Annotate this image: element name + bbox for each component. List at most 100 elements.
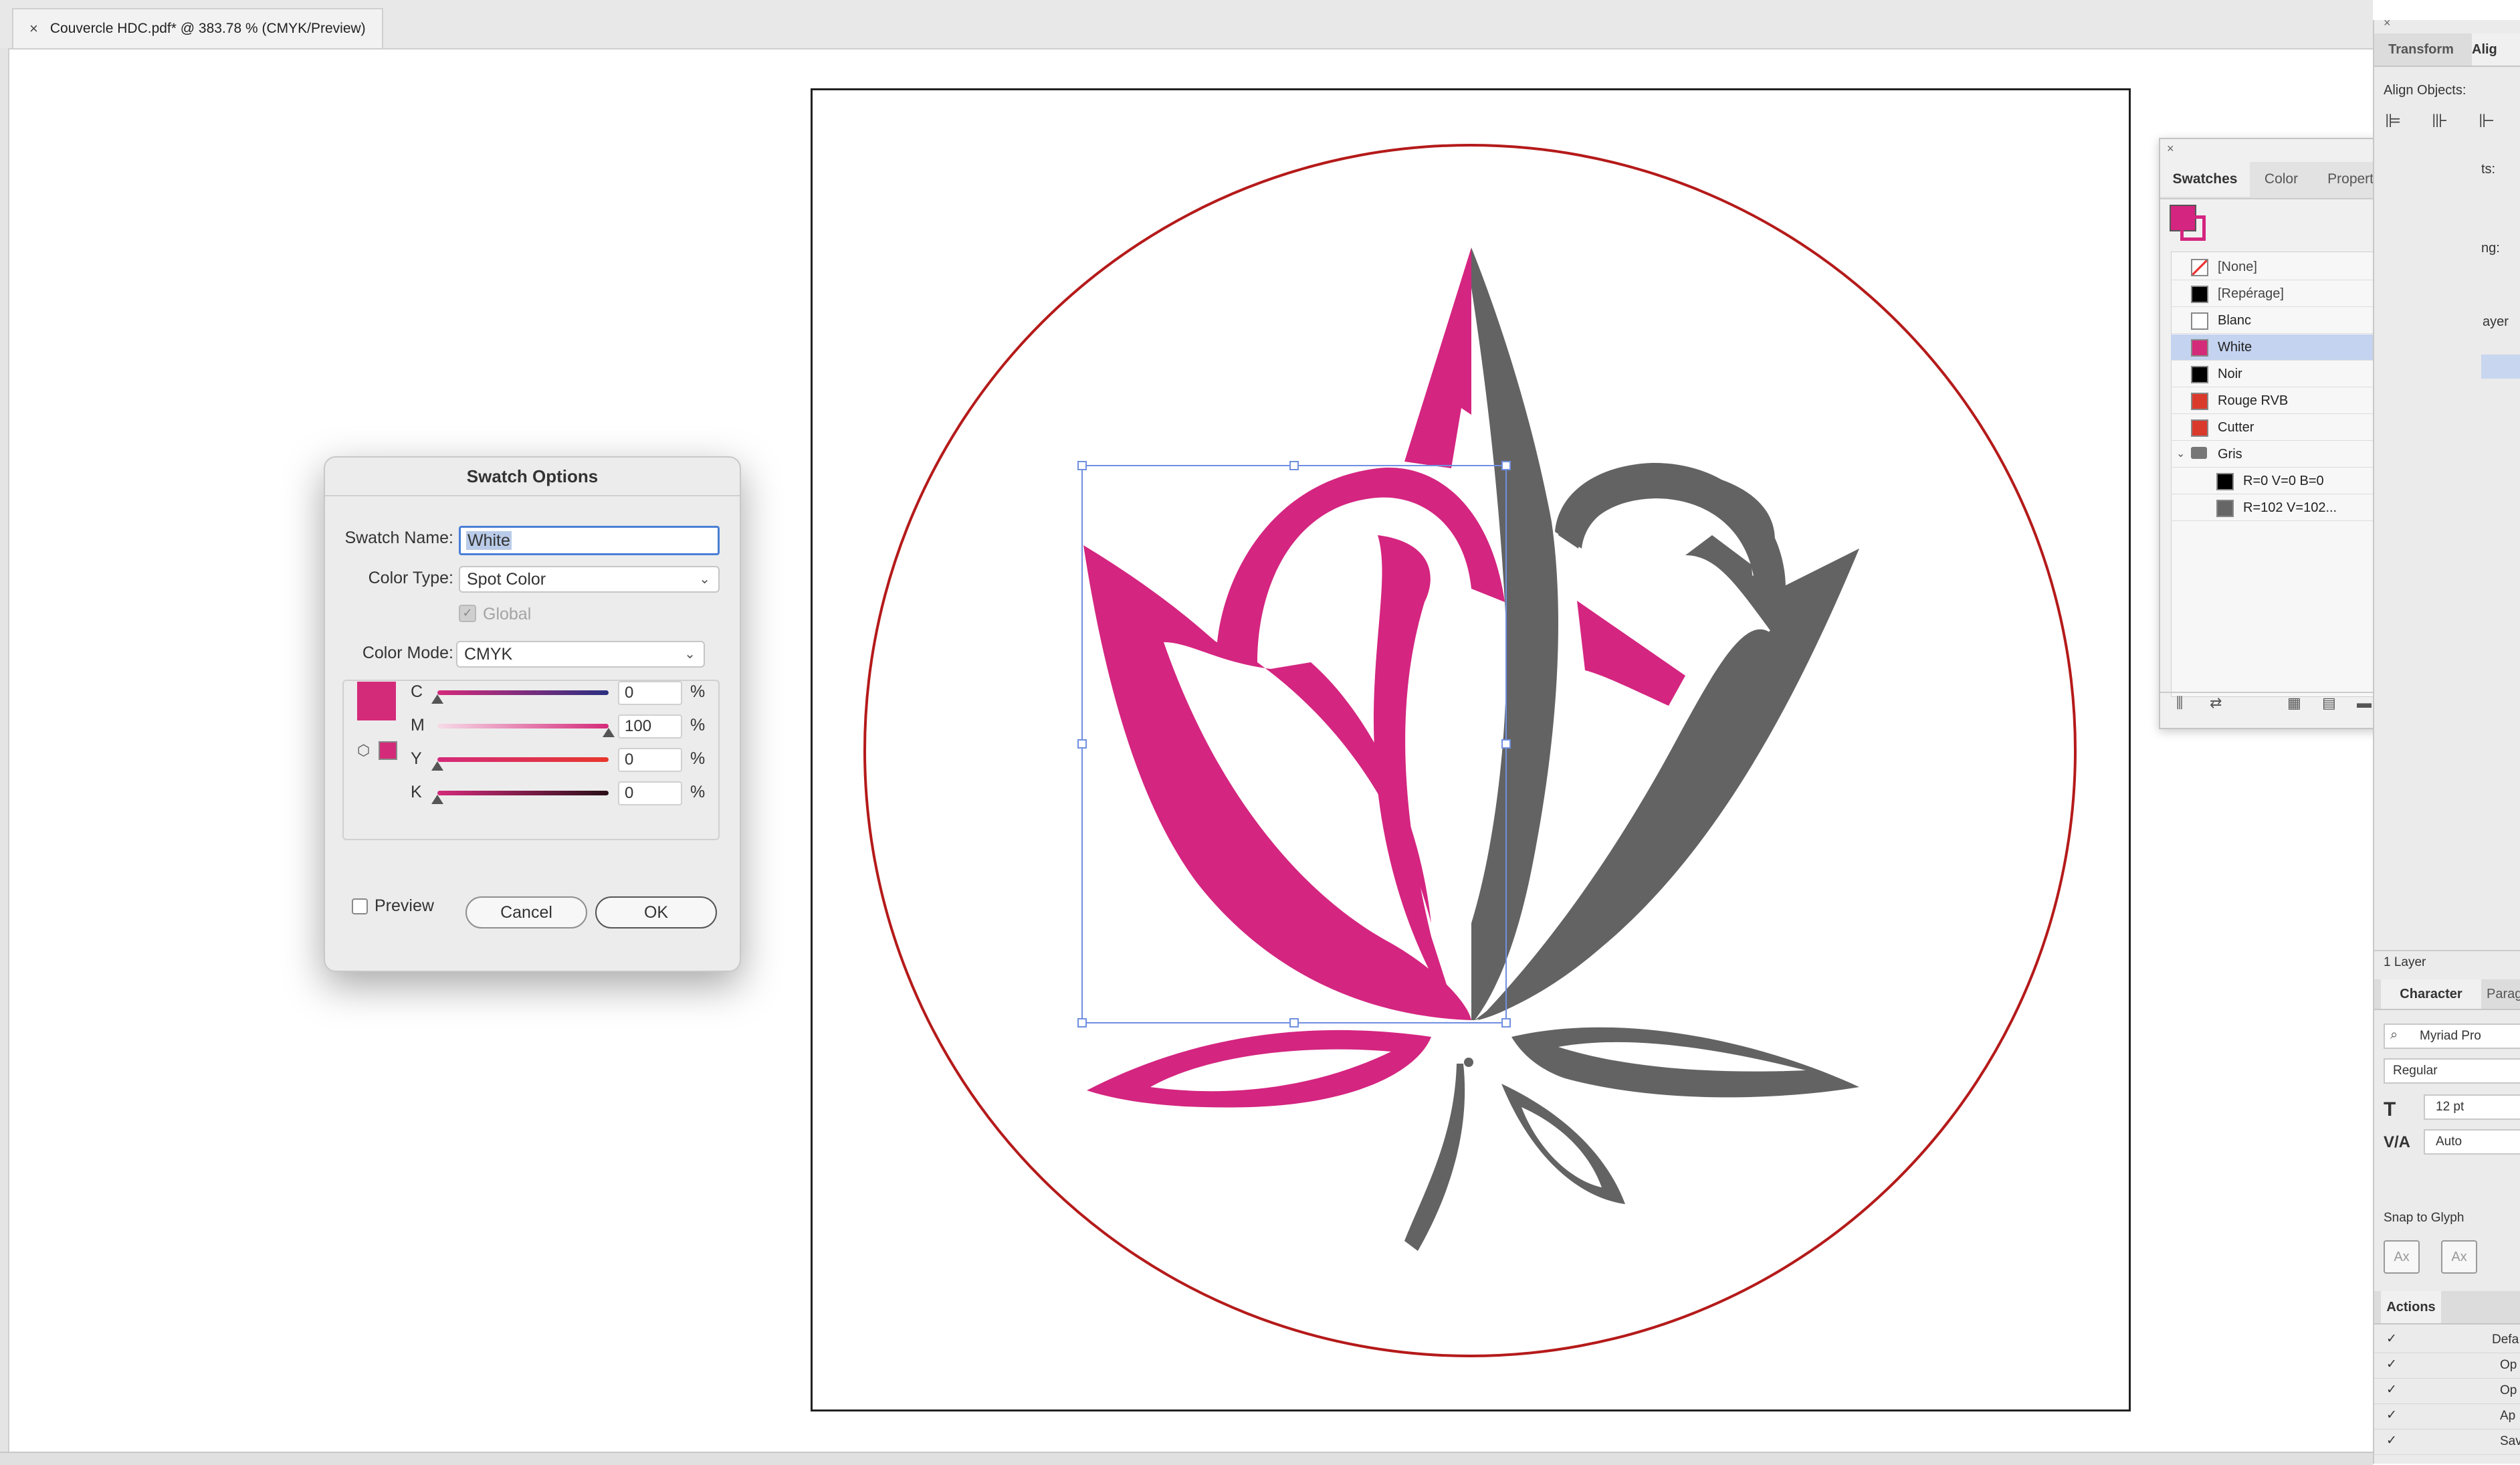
channel-value-c[interactable]: 0 <box>618 681 682 705</box>
slider-thumb[interactable] <box>431 761 443 771</box>
font-size-value: 12 pt <box>2436 1100 2464 1114</box>
snap-glyph-off-icon[interactable]: Ax <box>2441 1240 2477 1274</box>
swatch-chip <box>2191 259 2208 276</box>
check-icon[interactable]: ✓ <box>2386 1331 2397 1347</box>
channel-value-m[interactable]: 100 <box>618 714 682 739</box>
tab-transform[interactable]: Transform <box>2374 33 2468 66</box>
close-dock-icon[interactable]: × <box>2384 16 2391 30</box>
font-size-field[interactable]: 12 pt <box>2424 1094 2520 1120</box>
distribute-label: ts: <box>2481 162 2496 177</box>
swatch-chip <box>2191 339 2208 357</box>
check-icon[interactable]: ✓ <box>2386 1433 2397 1448</box>
chevron-down-icon: ⌄ <box>684 647 696 662</box>
action-label: Ap <box>2500 1409 2516 1423</box>
swatch-chip <box>2216 500 2234 517</box>
close-tab-icon[interactable]: × <box>29 20 38 37</box>
swatch-name: Cutter <box>2218 420 2254 435</box>
check-icon[interactable]: ✓ <box>2386 1407 2397 1423</box>
tab-paragraph[interactable]: Parag <box>2487 979 2520 1009</box>
cancel-button[interactable]: Cancel <box>465 896 587 929</box>
layers-label: ayer <box>2483 314 2509 329</box>
color-type-value: Spot Color <box>467 570 546 589</box>
stroke-swatch[interactable] <box>2180 215 2206 241</box>
swatch-kind-icon[interactable]: ▦ <box>2287 694 2301 712</box>
channel-slider-c[interactable] <box>437 690 609 695</box>
chevron-down-icon[interactable]: ⌄ <box>2176 442 2185 467</box>
slider-thumb[interactable] <box>431 795 443 804</box>
search-icon: ⌕ <box>2390 1028 2398 1042</box>
snap-glyph-icon[interactable]: Ax <box>2384 1240 2420 1274</box>
action-row[interactable]: ✓ Ap <box>2374 1405 2520 1430</box>
channel-slider-y[interactable] <box>437 757 609 762</box>
font-style-field[interactable]: Regular <box>2384 1058 2520 1084</box>
channel-label-c: C <box>411 682 423 701</box>
percent-unit: % <box>690 749 706 768</box>
font-family-field[interactable]: ⌕ Myriad Pro <box>2384 1023 2520 1049</box>
swatch-chip <box>2191 393 2208 410</box>
channel-value-k[interactable]: 0 <box>618 781 682 805</box>
channel-slider-m[interactable] <box>437 724 609 728</box>
document-tab-title: Couvercle HDC.pdf* @ 383.78 % (CMYK/Prev… <box>49 21 366 36</box>
new-group-icon[interactable]: ▬ <box>2357 694 2372 712</box>
close-panel-icon[interactable]: × <box>2167 142 2174 156</box>
ok-button[interactable]: OK <box>595 896 717 929</box>
align-right-icon[interactable]: ⊩ <box>2479 110 2495 132</box>
action-row[interactable]: ✓ Op <box>2374 1354 2520 1379</box>
color-mode-select[interactable]: CMYK ⌄ <box>456 641 705 668</box>
action-row[interactable]: ✓ Sav <box>2374 1430 2520 1455</box>
spacing-label: ng: <box>2481 241 2500 256</box>
check-icon[interactable]: ✓ <box>2386 1382 2397 1397</box>
font-size-icon: T <box>2384 1098 2396 1120</box>
channel-slider-k[interactable] <box>437 791 609 795</box>
preview-label: Preview <box>375 896 434 915</box>
action-label: Sav <box>2500 1434 2520 1448</box>
library-icon[interactable]: ⫼ <box>2176 694 2183 712</box>
swatch-name: Blanc <box>2218 313 2252 328</box>
swatch-name: Noir <box>2218 367 2242 381</box>
folder-icon <box>2191 447 2207 459</box>
tab-character[interactable]: Character <box>2381 979 2481 1009</box>
percent-unit: % <box>690 716 706 735</box>
tab-align[interactable]: Alig <box>2472 33 2520 66</box>
channel-value-y[interactable]: 0 <box>618 748 682 772</box>
color-mode-label: Color Mode: <box>362 644 453 662</box>
swatch-name-input[interactable]: White <box>459 526 720 555</box>
font-style-value: Regular <box>2393 1064 2438 1078</box>
artwork-canvas[interactable] <box>811 88 2131 1411</box>
action-label: Defa <box>2492 1333 2519 1347</box>
slider-thumb[interactable] <box>603 728 615 737</box>
check-icon[interactable]: ✓ <box>2386 1357 2397 1372</box>
tab-swatches[interactable]: Swatches <box>2160 162 2250 197</box>
global-checkbox[interactable]: ✓ <box>459 605 476 622</box>
global-label: Global <box>483 605 532 623</box>
layer-row[interactable] <box>2481 355 2520 379</box>
place-swatches-icon[interactable]: ⇄ <box>2210 694 2222 712</box>
font-family-value: Myriad Pro <box>2420 1029 2481 1043</box>
action-label: Op <box>2500 1383 2517 1397</box>
align-center-icon[interactable]: ⊪ <box>2432 110 2448 132</box>
swatch-name: [None] <box>2218 260 2257 274</box>
channel-label-y: Y <box>411 749 422 768</box>
tab-actions[interactable]: Actions <box>2381 1291 2441 1323</box>
slider-thumb[interactable] <box>431 694 443 704</box>
grey-stem <box>1404 1064 1465 1251</box>
action-row[interactable]: ✓ Defa <box>2374 1329 2520 1353</box>
pink-ribbon <box>1577 601 1685 706</box>
action-row[interactable]: ✓ Op <box>2374 1379 2520 1404</box>
pink-bottom-leaf <box>1087 1030 1431 1108</box>
action-label: Op <box>2500 1358 2517 1372</box>
preview-checkbox[interactable] <box>352 898 368 914</box>
swatch-options-dialog: Swatch Options Swatch Name: White Color … <box>324 456 741 972</box>
swatch-name-label: Swatch Name: <box>344 528 453 547</box>
swatch-options-icon[interactable]: ▤ <box>2322 694 2336 712</box>
color-type-label: Color Type: <box>368 569 453 587</box>
align-objects-label: Align Objects: <box>2384 83 2466 98</box>
align-left-icon[interactable]: ⊫ <box>2385 110 2401 132</box>
grey-bottom-leaf-right <box>1511 1027 1859 1098</box>
swatch-chip <box>2191 366 2208 383</box>
color-type-select[interactable]: Spot Color ⌄ <box>459 566 720 593</box>
document-tab[interactable]: × Couvercle HDC.pdf* @ 383.78 % (CMYK/Pr… <box>12 8 383 48</box>
tracking-field[interactable]: Auto <box>2424 1129 2520 1155</box>
snap-to-glyph-label: Snap to Glyph <box>2384 1211 2464 1225</box>
tab-color[interactable]: Color <box>2250 162 2313 197</box>
